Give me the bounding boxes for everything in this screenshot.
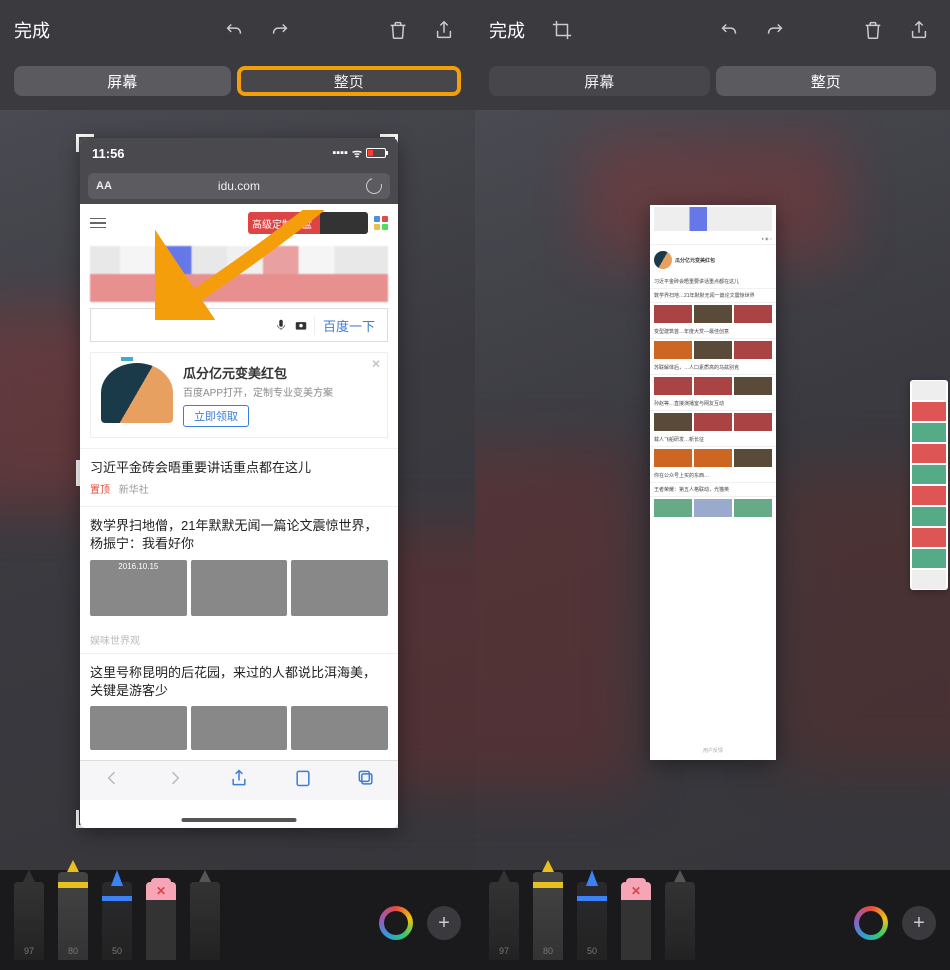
eraser-tool[interactable]: ✕ bbox=[621, 882, 651, 960]
menu-icon[interactable] bbox=[90, 218, 106, 229]
color-picker[interactable] bbox=[854, 906, 888, 940]
done-button[interactable]: 完成 bbox=[14, 17, 50, 43]
bookmarks-icon[interactable] bbox=[293, 768, 313, 793]
close-icon[interactable]: ✕ bbox=[371, 357, 381, 371]
news-item[interactable]: 这里号称昆明的后花园，来过的人都说比洱海美，关键是游客少 bbox=[80, 653, 398, 760]
left-pane: 完成 屏幕 整页 11:56 ▪▪▪▪ ᯤ bbox=[0, 0, 475, 970]
eraser-tool[interactable]: ✕ bbox=[146, 882, 176, 960]
feed-section-label: 娱味世界观 bbox=[80, 626, 398, 653]
clock: 11:56 bbox=[92, 146, 125, 161]
marker-tool[interactable]: 80 bbox=[533, 872, 563, 960]
forward-icon[interactable] bbox=[165, 768, 185, 793]
highlighter-tool[interactable]: 50 bbox=[102, 882, 132, 960]
pencil-tool[interactable] bbox=[190, 882, 220, 960]
list-item: 数学界扫地…21年默默无闻一篇论文震惊世界 bbox=[650, 289, 776, 303]
status-bar: 11:56 ▪▪▪▪ ᯤ bbox=[80, 138, 398, 168]
trash-icon[interactable] bbox=[856, 13, 890, 47]
promo-cta-button[interactable]: 立即领取 bbox=[183, 405, 249, 427]
page-header: 高级定制礼盒 bbox=[80, 204, 398, 242]
done-button[interactable]: 完成 bbox=[489, 17, 525, 43]
highlighter-tool[interactable]: 50 bbox=[577, 882, 607, 960]
add-button[interactable]: + bbox=[427, 906, 461, 940]
safari-toolbar bbox=[80, 760, 398, 800]
top-toolbar: 完成 bbox=[475, 0, 950, 60]
logo-blurred bbox=[654, 207, 772, 231]
news-source: 新华社 bbox=[119, 485, 149, 496]
promo-banner[interactable]: 高级定制礼盒 bbox=[248, 212, 368, 234]
markup-tools: 97 80 50 ✕ + bbox=[0, 870, 475, 970]
url-field[interactable]: AA idu.com bbox=[88, 173, 390, 199]
color-picker[interactable] bbox=[379, 906, 413, 940]
list-item: 你在公众号上买的东西… bbox=[650, 469, 776, 483]
news-thumbnails bbox=[90, 560, 388, 616]
share-icon[interactable] bbox=[902, 13, 936, 47]
home-indicator bbox=[182, 818, 297, 822]
reload-icon[interactable] bbox=[363, 175, 385, 197]
tab-screen[interactable]: 屏幕 bbox=[14, 66, 231, 96]
browser-url-bar: AA idu.com bbox=[80, 168, 398, 204]
news-title: 习近平金砖会晤重要讲话重点都在这儿 bbox=[90, 459, 388, 477]
search-box[interactable]: 百度一下 bbox=[90, 308, 388, 342]
footer-text: 用户反馈 bbox=[650, 741, 776, 760]
screenshot-preview: 11:56 ▪▪▪▪ ᯤ AA idu.com 高级定制礼盒 bbox=[80, 138, 398, 828]
list-item: 变型建筑首…年度大赏—最佳创意 bbox=[650, 325, 776, 339]
list-item: 载人飞船研发…新长征 bbox=[650, 433, 776, 447]
segmented-control: 屏幕 整页 bbox=[475, 60, 950, 110]
segmented-control: 屏幕 整页 bbox=[0, 60, 475, 110]
mic-icon[interactable] bbox=[274, 318, 288, 332]
wifi-icon: ᯤ bbox=[352, 146, 362, 161]
tab-fullpage[interactable]: 整页 bbox=[237, 66, 462, 96]
list-item: 王者荣耀：第五人格联动，光猫英 bbox=[650, 483, 776, 497]
tab-screen[interactable]: 屏幕 bbox=[489, 66, 710, 96]
news-title: 数学界扫地僧，21年默默无闻一篇论文震惊世界，杨振宁：我看好你 bbox=[90, 517, 388, 553]
list-item: 孙赵等…直接演播室与网友互动 bbox=[650, 397, 776, 411]
redo-icon[interactable] bbox=[758, 13, 792, 47]
url-text: idu.com bbox=[120, 179, 358, 193]
battery-icon bbox=[366, 148, 386, 158]
page-minimap[interactable] bbox=[910, 380, 948, 590]
promo-title: 瓜分亿元变美红包 bbox=[183, 363, 377, 382]
editor-canvas: ● ◉ ○ 瓜分亿元变美红包 习近平金砖会晤重要讲话重点都在这儿 数学界扫地…2… bbox=[475, 110, 950, 970]
search-button[interactable]: 百度一下 bbox=[314, 316, 383, 335]
trash-icon[interactable] bbox=[381, 13, 415, 47]
crop-icon[interactable] bbox=[545, 13, 579, 47]
logo-blurred bbox=[90, 246, 388, 302]
add-button[interactable]: + bbox=[902, 906, 936, 940]
promo-subtitle: 百度APP打开，定制专业变美方案 bbox=[183, 384, 377, 399]
news-item[interactable]: 习近平金砖会晤重要讲话重点都在这儿 置顶 新华社 bbox=[80, 448, 398, 506]
pin-badge: 置顶 bbox=[90, 485, 110, 496]
redo-icon[interactable] bbox=[263, 13, 297, 47]
news-title: 这里号称昆明的后花园，来过的人都说比洱海美，关键是游客少 bbox=[90, 664, 388, 700]
list-item: 习近平金砖会晤重要讲话重点都在这儿 bbox=[650, 275, 776, 289]
text-size-icon: AA bbox=[96, 180, 112, 192]
list-item: 苏联解体后，…人口素质高的乌兹别克 bbox=[650, 361, 776, 375]
right-pane: 完成 屏幕 整页 ● ◉ ○ 瓜分亿元变美红包 习近平金砖会晤重要讲话重点都在这… bbox=[475, 0, 950, 970]
top-toolbar: 完成 bbox=[0, 0, 475, 60]
back-icon[interactable] bbox=[102, 768, 122, 793]
undo-icon[interactable] bbox=[712, 13, 746, 47]
news-item[interactable]: 数学界扫地僧，21年默默无闻一篇论文震惊世界，杨振宁：我看好你 bbox=[80, 506, 398, 625]
news-thumbnails bbox=[90, 706, 388, 750]
share-icon[interactable] bbox=[427, 13, 461, 47]
pen-tool[interactable]: 97 bbox=[14, 882, 44, 960]
pencil-tool[interactable] bbox=[665, 882, 695, 960]
markup-tools: 97 80 50 ✕ + bbox=[475, 870, 950, 970]
promo-card[interactable]: ✕ 瓜分亿元变美红包 百度APP打开，定制专业变美方案 立即领取 bbox=[90, 352, 388, 438]
tabs-icon[interactable] bbox=[356, 768, 376, 793]
camera-icon[interactable] bbox=[294, 318, 308, 332]
promo-illustration bbox=[101, 363, 173, 423]
share-icon[interactable] bbox=[229, 768, 249, 793]
tab-fullpage[interactable]: 整页 bbox=[716, 66, 937, 96]
signal-icon: ▪▪▪▪ bbox=[332, 147, 348, 159]
pen-tool[interactable]: 97 bbox=[489, 882, 519, 960]
fullpage-preview[interactable]: ● ◉ ○ 瓜分亿元变美红包 习近平金砖会晤重要讲话重点都在这儿 数学界扫地…2… bbox=[650, 205, 776, 760]
undo-icon[interactable] bbox=[217, 13, 251, 47]
apps-icon[interactable] bbox=[374, 216, 388, 230]
marker-tool[interactable]: 80 bbox=[58, 872, 88, 960]
editor-canvas: 11:56 ▪▪▪▪ ᯤ AA idu.com 高级定制礼盒 bbox=[0, 110, 475, 970]
